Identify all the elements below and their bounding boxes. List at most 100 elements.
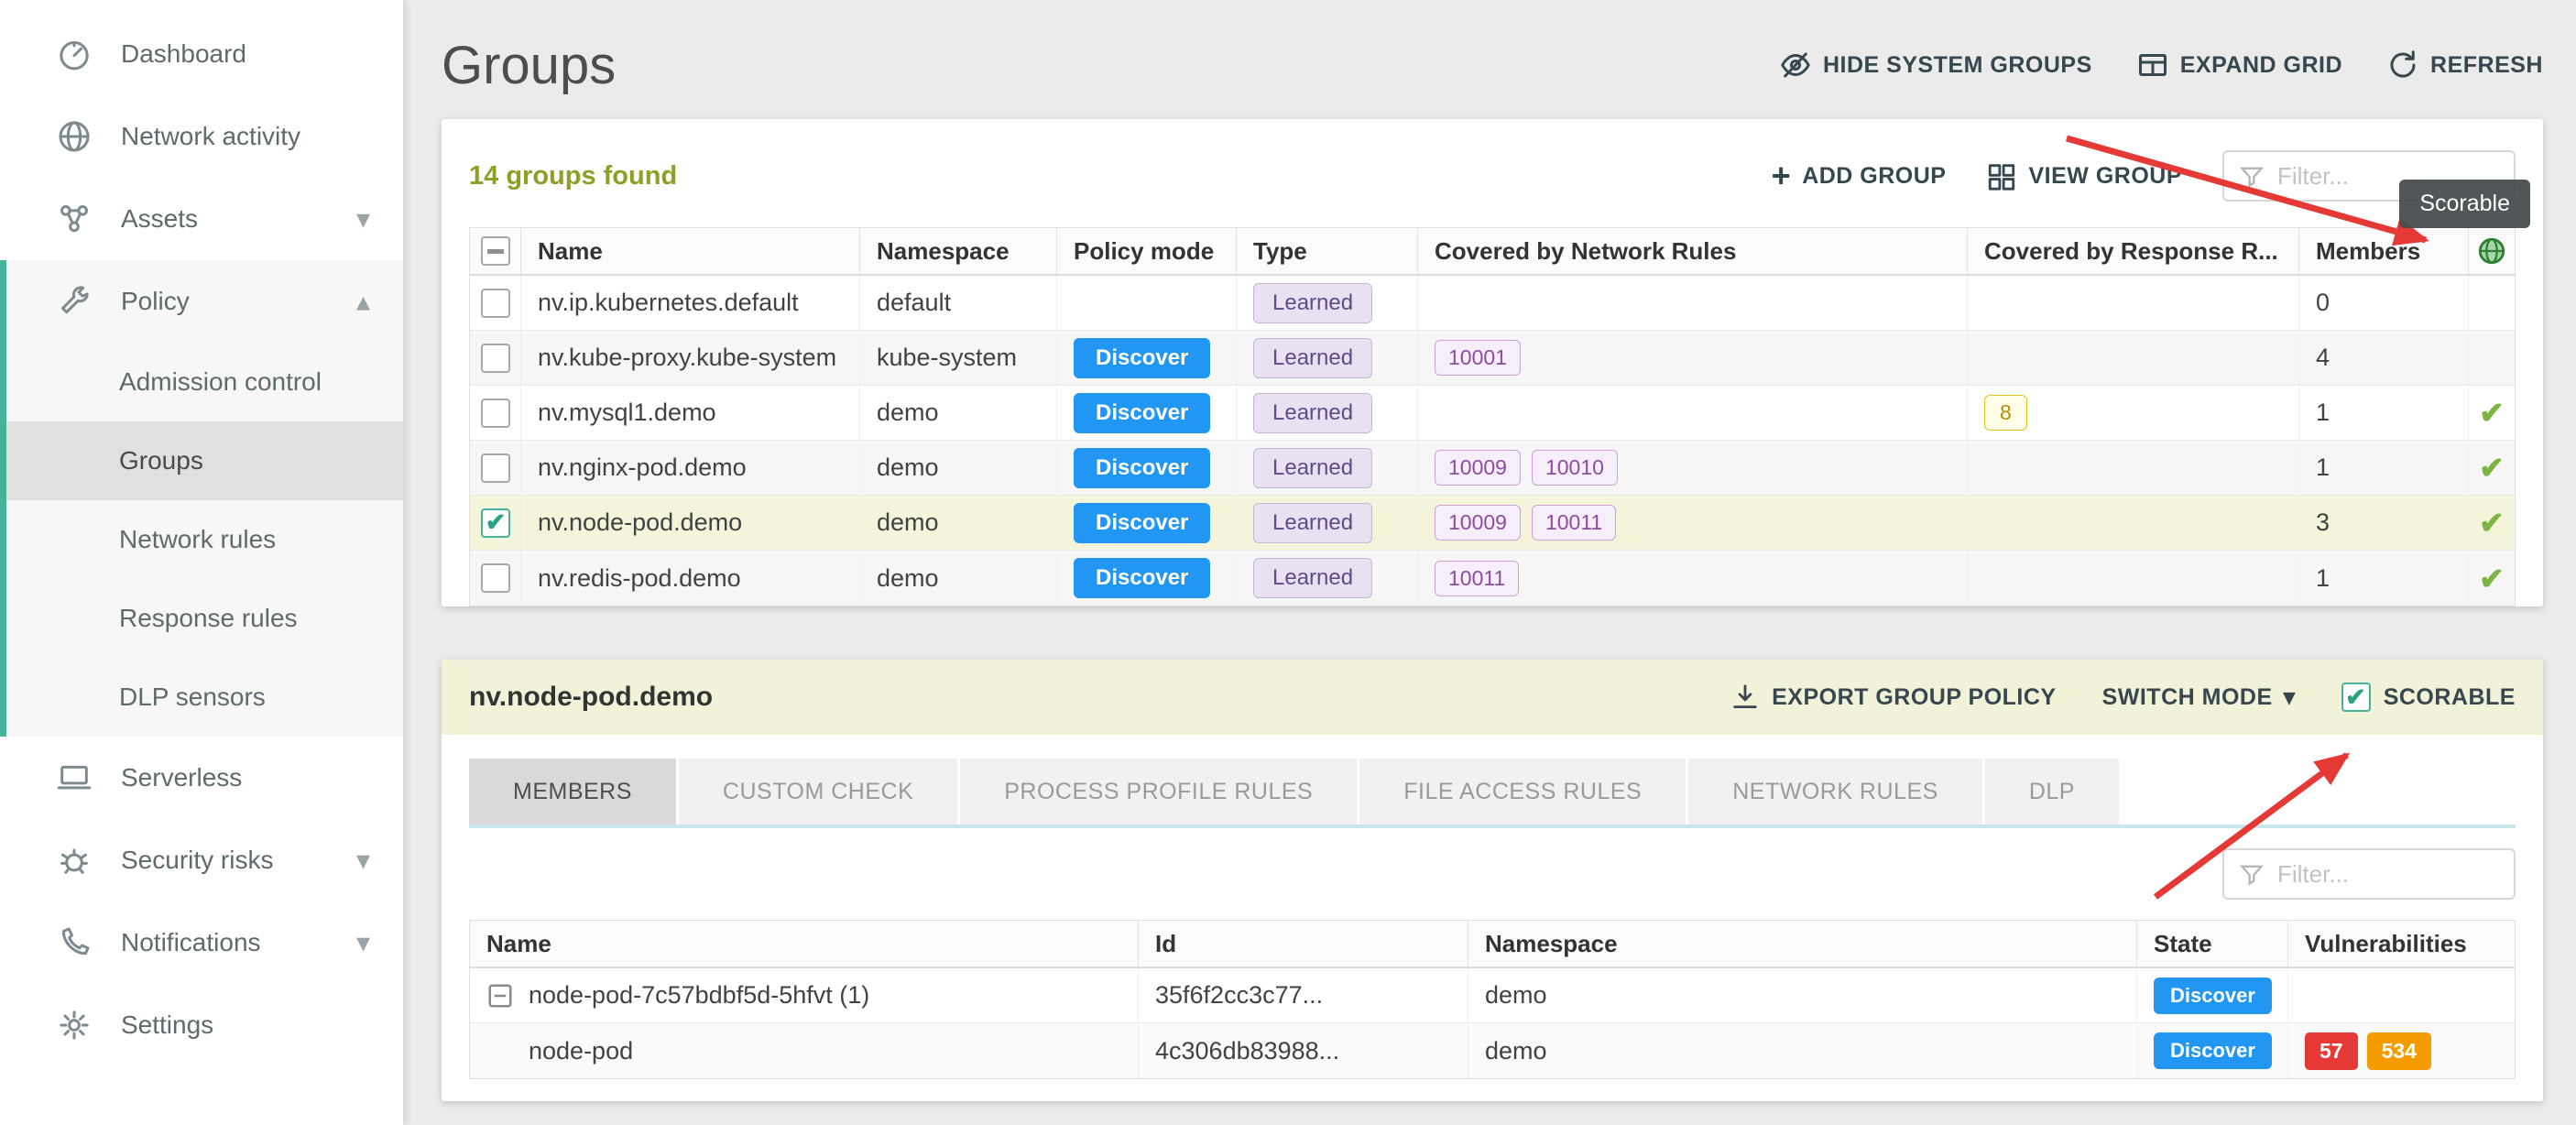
scorable-checkbox[interactable]: ✔ [2341, 683, 2371, 712]
row-checkbox[interactable] [481, 453, 510, 483]
expand-grid-button[interactable]: EXPAND GRID [2136, 49, 2342, 82]
sidebar-item-settings[interactable]: Settings [0, 984, 403, 1066]
column-header-members[interactable]: Members [2299, 228, 2469, 274]
tab-custom-check[interactable]: CUSTOM CHECK [679, 759, 957, 825]
table-row[interactable]: nv.redis-pod.demodemoDiscoverLearned1001… [470, 551, 2515, 606]
policy-icon [53, 280, 95, 322]
tab-dlp[interactable]: DLP [1985, 759, 2119, 825]
column-header-network-rules[interactable]: Covered by Network Rules [1418, 228, 1968, 274]
sidebar-item-serverless[interactable]: Serverless [0, 737, 403, 819]
row-checkbox[interactable] [481, 344, 510, 373]
column-header-member-id[interactable]: Id [1139, 921, 1468, 967]
table-row[interactable]: nv.mysql1.demodemoDiscoverLearned81✔ [470, 386, 2515, 441]
serverless-icon [53, 757, 95, 799]
refresh-button[interactable]: REFRESH [2386, 49, 2543, 82]
table-row[interactable]: nv.kube-proxy.kube-systemkube-system Disc… [470, 331, 2515, 386]
column-header-vulnerabilities[interactable]: Vulnerabilities [2288, 921, 2515, 967]
column-header-name[interactable]: Name [521, 228, 860, 274]
row-checkbox[interactable] [481, 563, 510, 593]
group-name: nv.nginx-pod.demo [521, 441, 860, 495]
sidebar-item-network-rules[interactable]: Network rules [6, 500, 403, 579]
scorable-toggle[interactable]: ✔ SCORABLE [2341, 683, 2516, 712]
table-row[interactable]: nv.ip.kubernetes.defaultdefaultLearned0 [470, 276, 2515, 331]
policy-mode-button[interactable]: Discover [1074, 558, 1210, 598]
sidebar-item-label: Assets [121, 204, 198, 234]
sidebar-item-dlp-sensors[interactable]: DLP sensors [6, 658, 403, 737]
row-checkbox[interactable] [481, 289, 510, 318]
tab-file-access-rules[interactable]: FILE ACCESS RULES [1359, 759, 1686, 825]
export-group-policy-label: EXPORT GROUP POLICY [1772, 684, 2056, 711]
sidebar-item-groups[interactable]: Groups [6, 421, 403, 500]
table-row[interactable]: node-pod4c306db83988...demoDiscover57534 [470, 1023, 2515, 1078]
group-namespace: kube-system [860, 331, 1057, 385]
group-name: nv.redis-pod.demo [521, 551, 860, 606]
table-row[interactable]: nv.nginx-pod.demodemoDiscoverLearned1000… [470, 441, 2515, 496]
members-count: 3 [2299, 496, 2469, 550]
group-namespace: default [860, 276, 1057, 330]
column-header-type[interactable]: Type [1237, 228, 1418, 274]
group-detail-title: nv.node-pod.demo [469, 682, 713, 713]
page-title: Groups [442, 35, 616, 96]
sidebar-item-label: Policy [121, 287, 190, 316]
view-group-label: VIEW GROUP [2028, 163, 2182, 190]
view-group-button[interactable]: VIEW GROUP [1986, 160, 2182, 191]
sidebar-item-label: Dashboard [121, 39, 246, 69]
refresh-label: REFRESH [2430, 52, 2543, 79]
column-header-member-namespace[interactable]: Namespace [1468, 921, 2137, 967]
members-count: 0 [2299, 276, 2469, 330]
select-all-checkbox[interactable] [481, 236, 510, 266]
switch-mode-button[interactable]: SWITCH MODE ▾ [2102, 683, 2296, 711]
sidebar-item-network-activity[interactable]: Network activity [0, 95, 403, 178]
sidebar-item-notifications[interactable]: Notifications ▾ [0, 901, 403, 984]
sidebar-item-admission-control[interactable]: Admission control [6, 343, 403, 421]
group-name: nv.kube-proxy.kube-system [521, 331, 860, 385]
column-header-scorable[interactable] [2469, 228, 2515, 274]
vulnerability-badge: 57 [2305, 1032, 2358, 1070]
export-group-policy-button[interactable]: EXPORT GROUP POLICY [1730, 682, 2056, 713]
scorable-globe-icon [2476, 235, 2507, 267]
group-name: nv.node-pod.demo [521, 496, 860, 550]
scorable-check-icon: ✔ [2479, 395, 2505, 431]
table-row[interactable]: node-pod-7c57bdbf5d-5hfvt (1)35f6f2cc3c7… [470, 968, 2515, 1023]
table-row[interactable]: ✔nv.node-pod.demodemoDiscoverLearned1000… [470, 496, 2515, 551]
group-name: nv.ip.kubernetes.default [521, 276, 860, 330]
group-name: nv.mysql1.demo [521, 386, 860, 440]
collapse-icon[interactable] [486, 982, 514, 1010]
policy-mode-button[interactable]: Discover [1074, 448, 1210, 488]
sidebar-item-response-rules[interactable]: Response rules [6, 579, 403, 658]
column-header-member-state[interactable]: State [2137, 921, 2288, 967]
scorable-label: SCORABLE [2384, 684, 2516, 711]
policy-mode-button[interactable]: Discover [1074, 503, 1210, 543]
add-group-label: ADD GROUP [1802, 163, 1946, 190]
network-rule-badge: 10011 [1435, 561, 1519, 596]
tab-members[interactable]: MEMBERS [469, 759, 676, 825]
policy-mode-button[interactable]: Discover [1074, 338, 1210, 378]
hide-system-groups-button[interactable]: HIDE SYSTEM GROUPS [1779, 49, 2092, 82]
tab-process-profile-rules[interactable]: PROCESS PROFILE RULES [960, 759, 1357, 825]
scorable-check-icon: ✔ [2479, 505, 2505, 541]
sidebar-item-dashboard[interactable]: Dashboard [0, 13, 403, 95]
column-header-policy-mode[interactable]: Policy mode [1057, 228, 1237, 274]
members-filter [2222, 848, 2516, 900]
row-checkbox[interactable]: ✔ [481, 508, 510, 538]
row-checkbox[interactable] [481, 399, 510, 428]
tab-network-rules[interactable]: NETWORK RULES [1688, 759, 1982, 825]
sidebar-item-label: Security risks [121, 846, 273, 875]
scorable-tooltip: Scorable [2399, 180, 2530, 228]
sidebar-item-policy[interactable]: Policy ▴ [6, 260, 403, 343]
member-namespace: demo [1468, 968, 2137, 1022]
policy-mode-button[interactable]: Discover [1074, 393, 1210, 433]
state-badge: Discover [2154, 978, 2272, 1014]
column-header-namespace[interactable]: Namespace [860, 228, 1057, 274]
members-filter-input[interactable] [2276, 859, 2499, 890]
sidebar-item-security-risks[interactable]: Security risks ▾ [0, 819, 403, 901]
column-header-member-name[interactable]: Name [470, 921, 1139, 967]
sidebar-item-label: Notifications [121, 928, 261, 957]
filter-icon [2239, 163, 2265, 189]
member-id: 35f6f2cc3c77... [1139, 968, 1468, 1022]
add-group-button[interactable]: + ADD GROUP [1772, 159, 1947, 192]
sidebar-item-assets[interactable]: Assets ▾ [0, 178, 403, 260]
scorable-check-icon: ✔ [2479, 450, 2505, 486]
scorable-check-icon: ✔ [2479, 561, 2505, 596]
column-header-response-rules[interactable]: Covered by Response R... [1968, 228, 2299, 274]
